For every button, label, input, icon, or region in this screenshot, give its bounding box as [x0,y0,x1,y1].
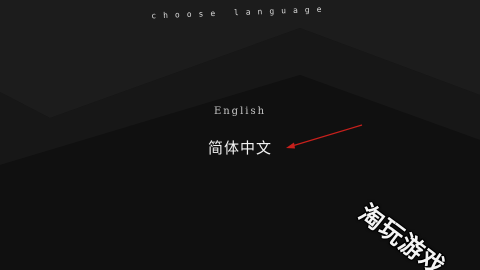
language-option-simplified-chinese[interactable]: 简体中文 [0,137,480,158]
language-select-screen: choose language English 简体中文 淘玩游戏 [0,0,480,270]
language-option-english[interactable]: English [0,106,480,117]
